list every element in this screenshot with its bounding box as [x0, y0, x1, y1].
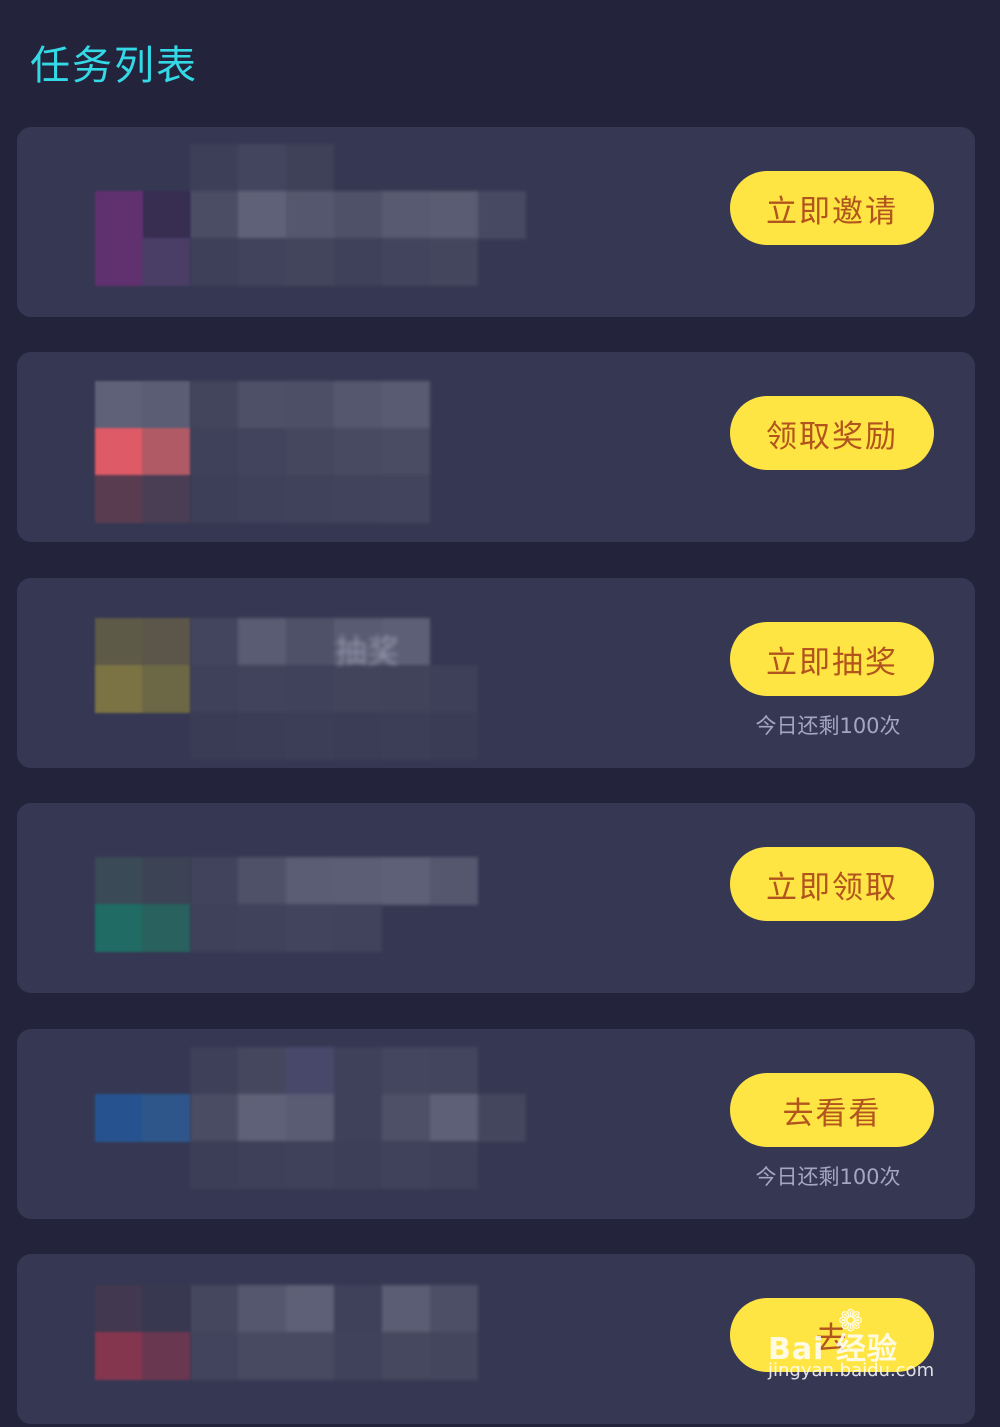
- claim-reward-button[interactable]: 领取奖励: [730, 396, 934, 470]
- task-card-invite[interactable]: 立即邀请: [17, 127, 975, 317]
- task-card-watch-video[interactable]: 去看看 今日还剩100次: [17, 1029, 975, 1219]
- icon-cell: [142, 191, 190, 239]
- gift-icon: [95, 1285, 190, 1380]
- draw-lottery-button[interactable]: 立即抽奖: [730, 622, 934, 696]
- task-title: 抽奖: [335, 632, 400, 670]
- lottery-wheel-icon: [95, 618, 190, 713]
- icon-cell: [95, 191, 143, 239]
- watermark-url: jingyan.baidu.com: [768, 1360, 935, 1381]
- invite-now-button[interactable]: 立即邀请: [730, 171, 934, 245]
- invite-icon: [95, 191, 190, 286]
- wallet-icon: [95, 857, 190, 952]
- remaining-count: 今日还剩100次: [755, 714, 901, 738]
- page-title: 任务列表: [30, 43, 198, 89]
- icon-cell: [142, 238, 190, 286]
- claim-now-button[interactable]: 立即领取: [730, 847, 934, 921]
- video-icon: [95, 1047, 190, 1142]
- go-watch-button[interactable]: 去看看: [730, 1073, 934, 1147]
- task-card-reward[interactable]: 领取奖励: [17, 352, 975, 542]
- baidu-jingyan-watermark: ❁ Bai 经验 jingyan.baidu.com: [768, 1296, 958, 1386]
- red-packet-icon: [95, 381, 190, 523]
- icon-cell: [95, 238, 143, 286]
- task-card-lottery[interactable]: 抽奖 立即抽奖 今日还剩100次: [17, 578, 975, 768]
- task-card-red-packet[interactable]: 立即领取: [17, 803, 975, 993]
- remaining-count: 今日还剩100次: [755, 1165, 901, 1189]
